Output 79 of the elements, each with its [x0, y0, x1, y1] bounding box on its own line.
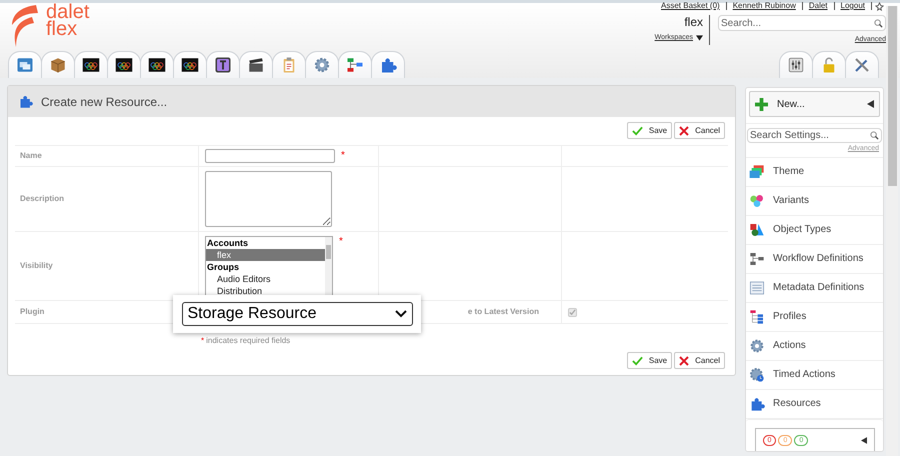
save-button[interactable]: Save [626, 352, 672, 369]
logo-text: dalet [46, 4, 90, 21]
check-icon [632, 126, 643, 136]
settings-item[interactable]: Profiles [746, 302, 883, 332]
rings-icon [181, 56, 199, 74]
name-field[interactable] [205, 149, 335, 163]
caret-left-icon [867, 100, 874, 108]
new-button[interactable]: New... [749, 91, 880, 117]
caret-left-icon [860, 436, 866, 444]
puzzle-icon [18, 94, 33, 109]
close-icon [679, 356, 690, 366]
required-mark: * [341, 149, 345, 163]
check-icon [632, 356, 643, 366]
settings-item[interactable]: Metadata Definitions [746, 274, 883, 302]
settings-item[interactable]: Theme [746, 158, 883, 186]
clapperboard-icon [247, 56, 265, 74]
required-mark: * [201, 335, 204, 347]
list-group-heading: Groups [206, 261, 240, 273]
shapes-icon [749, 222, 765, 238]
search-icon [870, 131, 879, 140]
list-option[interactable]: Distribution [206, 285, 325, 295]
field-label: e to Latest Version [468, 306, 539, 318]
chevron-down-icon [394, 310, 406, 318]
bubbles-icon [749, 192, 765, 208]
required-mark: * [339, 235, 343, 249]
plus-icon [755, 98, 768, 110]
header-link[interactable]: Kenneth Rubinow [726, 0, 802, 12]
scrollbar[interactable] [325, 237, 332, 295]
toolbar-tab[interactable] [74, 51, 108, 78]
search-icon [874, 18, 883, 28]
settings-item[interactable]: Actions [746, 332, 883, 360]
panel-title: Create new Resource... [41, 94, 168, 110]
gear-icon [749, 338, 765, 354]
puzzle-icon [379, 56, 397, 74]
header-link[interactable]: Asset Basket (0) [655, 0, 726, 12]
caret-icon [696, 35, 703, 42]
list-option[interactable]: flex [206, 249, 325, 261]
gear-clock-icon [749, 366, 765, 382]
t-block-icon [214, 56, 232, 74]
cancel-button[interactable]: Cancel [674, 122, 725, 139]
field-label: Name [20, 150, 42, 162]
flowchart-icon [346, 56, 364, 74]
list-option[interactable]: Audio Editors [206, 273, 325, 285]
toolbar-tab[interactable] [239, 51, 273, 78]
sliders-icon [787, 56, 805, 74]
field-label: Description [20, 193, 64, 205]
required-note: indicates required fields [206, 335, 290, 347]
rings-icon [115, 56, 133, 74]
header-link[interactable]: Dalet [802, 0, 834, 12]
settings-item[interactable]: Variants [746, 186, 883, 216]
workspace-name: flex [684, 15, 703, 29]
toolbar-tab[interactable] [173, 51, 207, 78]
header-link[interactable]: Logout [834, 0, 871, 12]
list-icon [749, 280, 765, 296]
toolbar-tab[interactable] [140, 51, 174, 78]
scrollbar[interactable] [886, 6, 898, 456]
field-label: Plugin [20, 306, 44, 318]
toolbar-tab[interactable] [107, 51, 141, 78]
save-button[interactable]: Save [626, 122, 672, 139]
settings-item[interactable]: Object Types [746, 216, 883, 244]
plugin-select[interactable]: Storage Resource [182, 302, 412, 326]
logo-text: flex [46, 21, 78, 38]
settings-item[interactable]: Workflow Definitions [746, 244, 883, 274]
tree-icon [749, 308, 765, 324]
rings-icon [148, 56, 166, 74]
list-group-heading: Accounts [206, 237, 250, 249]
box-icon [49, 56, 67, 74]
cancel-button[interactable]: Cancel [674, 352, 725, 369]
gear-icon [313, 56, 331, 74]
rings-icon [82, 56, 100, 74]
settings-item[interactable]: Timed Actions [746, 360, 883, 390]
windows-icon [16, 56, 34, 74]
close-icon [679, 126, 690, 136]
field-label: Visibility [20, 260, 53, 272]
toolbar-tab[interactable] [206, 51, 240, 78]
puzzle-icon [749, 396, 765, 412]
layers-icon [749, 164, 765, 180]
description-field[interactable] [205, 171, 332, 227]
flowchart-icon [749, 250, 765, 266]
